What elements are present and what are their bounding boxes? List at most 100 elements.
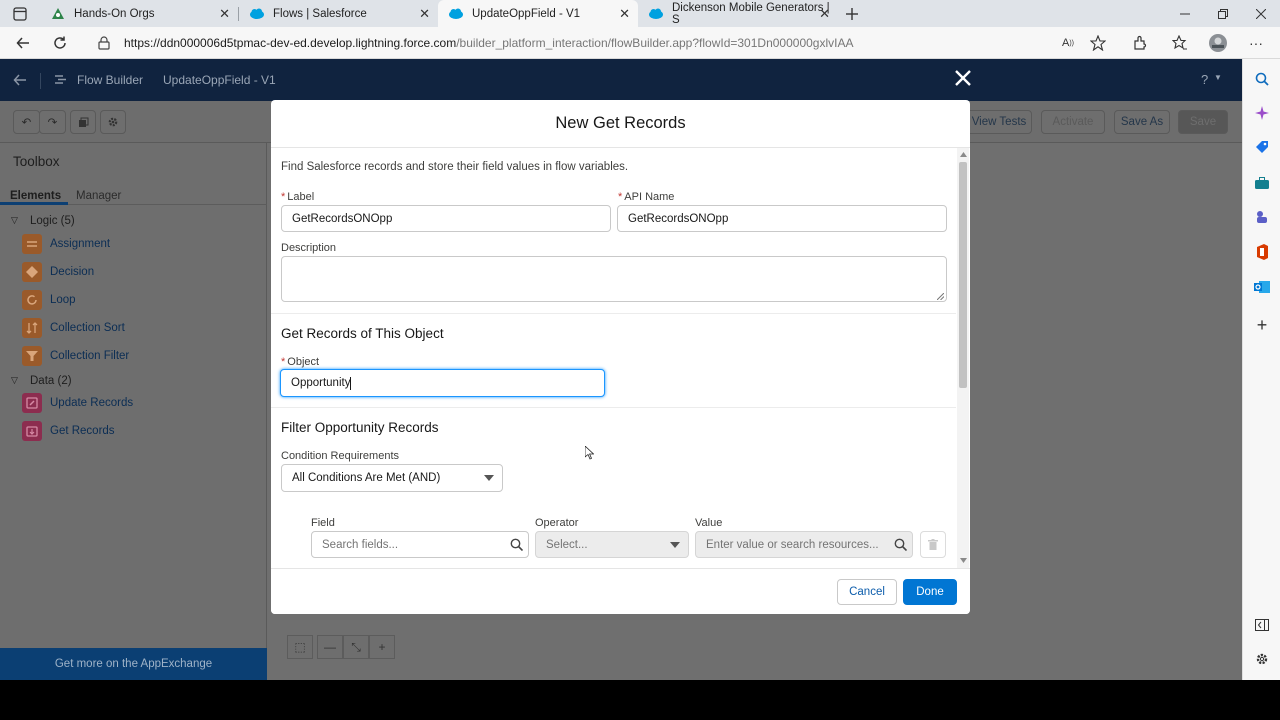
trash-icon [928,539,938,550]
toolbox-item-decision[interactable]: Decision [22,262,94,282]
label-input[interactable]: GetRecordsONOpp [281,205,611,232]
appexchange-link[interactable]: Get more on the AppExchange [0,648,267,680]
browser-tab[interactable]: Hands-On Orgs ✕ [40,0,238,27]
chevron-down-icon[interactable]: ▽ [11,375,18,386]
toolbox-item-collection-filter[interactable]: Collection Filter [22,346,129,366]
marquee-select-icon[interactable]: ⬚ [287,635,313,659]
minimize-icon[interactable] [1166,0,1204,27]
scroll-down-icon[interactable] [960,558,967,563]
outlook-icon[interactable] [1252,277,1272,297]
redo-button[interactable]: ↷ [39,110,66,134]
browser-sidebar: + [1242,59,1280,680]
label-field-label: * Label [281,191,314,203]
shopping-tag-icon[interactable] [1252,137,1272,157]
view-tests-button[interactable]: View Tests [966,110,1032,134]
undo-button[interactable]: ↶ [13,110,40,134]
browser-tab[interactable]: Dickenson Mobile Generators | S ✕ [638,0,838,27]
object-section-title: Get Records of This Object [281,326,444,341]
lock-icon[interactable] [92,31,116,55]
modal-header: New Get Records [271,100,970,148]
url-field[interactable]: https://ddn000006d5tpmac-dev-ed.develop.… [124,36,853,50]
browser-tab-title: Flows | Salesforce [273,7,367,20]
toolbox-item-loop[interactable]: Loop [22,290,76,310]
label-field-label-text: Label [287,191,315,203]
delete-condition-button[interactable] [920,531,946,558]
data-group-header[interactable]: Data (2) [30,375,72,387]
operator-select[interactable]: Select... [535,531,689,558]
chevron-down-icon[interactable]: ▽ [11,215,18,226]
browser-tab[interactable]: Flows | Salesforce ✕ [239,0,438,27]
tab-actions-icon[interactable] [8,2,32,26]
hide-sidebar-icon[interactable] [1252,615,1272,635]
toolbox-item-collection-sort[interactable]: Collection Sort [22,318,125,338]
activate-button[interactable]: Activate [1041,110,1105,134]
read-aloud-icon[interactable]: A)) [1056,31,1080,55]
copilot-icon[interactable] [1252,103,1272,123]
object-input[interactable]: Opportunity [280,369,605,397]
refresh-icon[interactable] [48,31,72,55]
toolbox-panel: Toolbox Elements Manager ▽ Logic (5) Ass… [0,143,267,680]
close-icon[interactable]: ✕ [419,6,430,22]
chevron-down-icon[interactable]: ▼ [1214,73,1222,82]
api-name-field-label-text: API Name [624,191,675,203]
sidebar-settings-icon[interactable] [1252,649,1272,669]
close-icon[interactable]: ✕ [819,6,830,22]
back-icon[interactable] [11,31,35,55]
search-icon[interactable] [1252,69,1272,89]
favorite-add-icon[interactable] [1086,31,1110,55]
copy-button[interactable] [70,110,96,134]
save-button[interactable]: Save [1178,110,1228,134]
tab-manager[interactable]: Manager [76,190,121,202]
done-button[interactable]: Done [903,579,957,605]
back-arrow-icon[interactable] [8,68,32,92]
modal-close-icon[interactable] [954,69,972,87]
new-get-records-modal: New Get Records Find Salesforce records … [271,100,970,614]
modal-title: New Get Records [555,114,686,132]
profile-avatar[interactable] [1206,31,1230,55]
section-divider [271,407,956,408]
cancel-button[interactable]: Cancel [837,579,897,605]
condition-requirements-select[interactable]: All Conditions Are Met (AND) [281,464,503,492]
more-menu-icon[interactable]: ··· [1244,31,1268,55]
games-icon[interactable] [1252,207,1272,227]
tab-active-indicator [0,202,68,205]
toolbox-item-get-records[interactable]: Get Records [22,421,115,441]
modal-body: Find Salesforce records and store their … [271,148,970,568]
logic-group-header[interactable]: Logic (5) [30,215,75,227]
text-cursor [350,376,352,390]
new-tab-icon[interactable] [840,2,864,26]
modal-scrollbar[interactable] [957,148,969,568]
sort-icon [22,318,42,338]
toolbox-item-label: Decision [50,266,95,278]
toolbox-item-update-records[interactable]: Update Records [22,393,133,413]
close-icon[interactable]: ✕ [219,6,230,22]
toolbox-item-assignment[interactable]: Assignment [22,234,110,254]
settings-button[interactable] [100,110,126,134]
value-search-input[interactable]: Enter value or search resources... [695,531,913,558]
tab-elements[interactable]: Elements [10,190,61,202]
close-icon[interactable]: ✕ [619,6,630,22]
save-as-button[interactable]: Save As [1114,110,1170,134]
field-search-input[interactable]: Search fields... [311,531,529,558]
zoom-out-icon[interactable]: — [317,635,343,659]
browser-tab-active[interactable]: UpdateOppField - V1 ✕ [438,0,638,27]
salesforce-cloud-icon [448,6,464,22]
restore-icon[interactable] [1204,0,1242,27]
scroll-up-icon[interactable] [960,152,967,157]
description-textarea[interactable] [281,256,947,302]
fit-view-icon[interactable]: ⤡ [343,635,369,659]
tools-briefcase-icon[interactable] [1252,173,1272,193]
zoom-in-icon[interactable]: + [369,635,395,659]
favorites-icon[interactable] [1168,31,1192,55]
operator-placeholder: Select... [546,538,588,551]
extensions-icon[interactable] [1128,31,1152,55]
toolbox-item-label: Get Records [50,425,115,437]
add-sidebar-icon[interactable]: + [1252,315,1272,335]
help-icon[interactable]: ? [1201,72,1208,87]
required-asterisk: * [618,191,623,203]
api-name-input[interactable]: GetRecordsONOpp [617,205,947,232]
office-icon[interactable] [1252,242,1272,262]
resize-handle-icon[interactable] [937,293,944,300]
scrollbar-thumb[interactable] [959,162,967,388]
window-close-icon[interactable] [1242,0,1280,27]
